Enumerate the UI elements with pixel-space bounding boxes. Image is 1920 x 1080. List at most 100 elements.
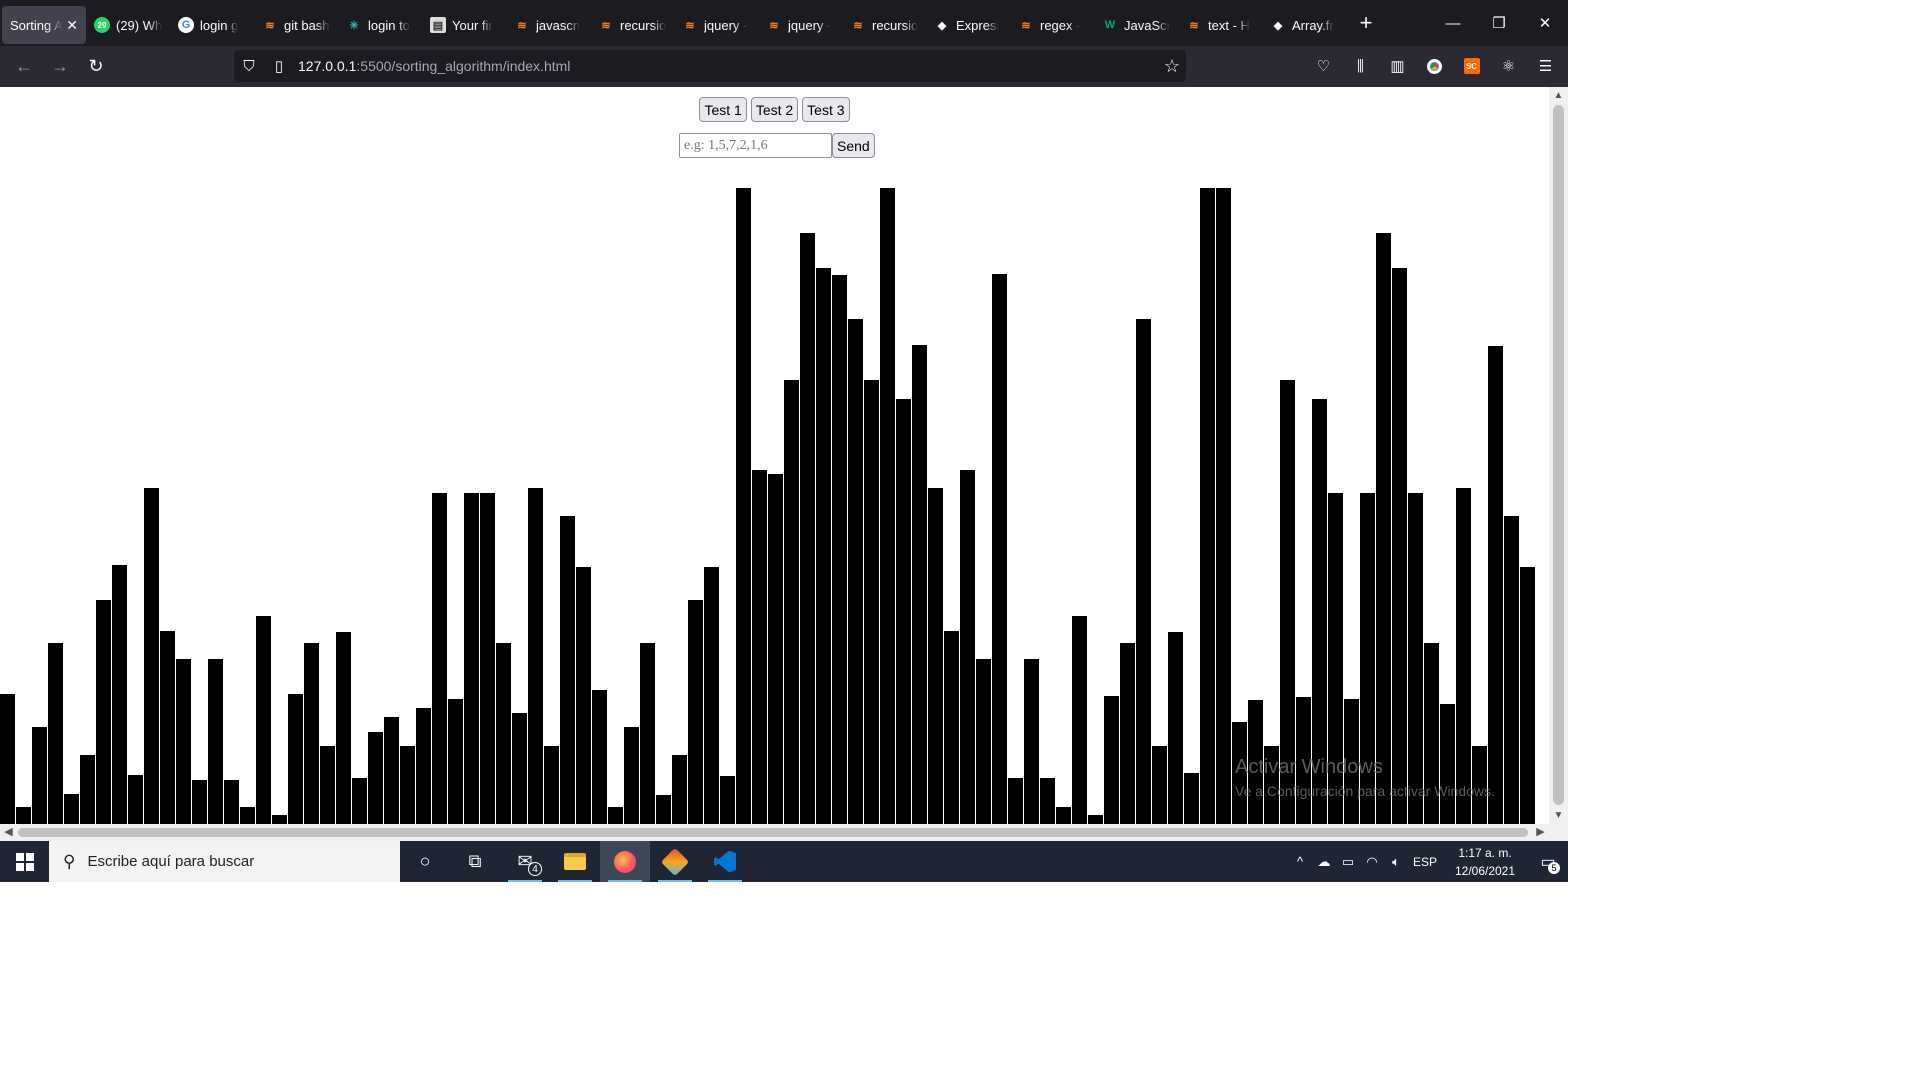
sort-bar	[816, 268, 832, 824]
tab-recursion-2[interactable]: ≋ recursio	[842, 6, 926, 44]
tab-label: recursio	[872, 17, 918, 33]
close-window-icon[interactable]: ✕	[1522, 0, 1568, 46]
horizontal-scrollbar[interactable]: ◀ ▶	[0, 824, 1549, 841]
express-icon: ◆	[937, 19, 947, 32]
tab-javascript-w3[interactable]: W JavaScr	[1094, 6, 1178, 44]
url-host: 127.0.0.1	[298, 58, 357, 74]
bookmark-star-icon[interactable]: ☆	[1164, 56, 1180, 77]
test-1-button[interactable]: Test 1	[699, 97, 747, 122]
notification-center-icon[interactable]: ▭ 5	[1528, 841, 1568, 882]
sort-bar	[944, 631, 960, 824]
tab-text[interactable]: ≋ text - H	[1178, 6, 1262, 44]
sort-bar	[784, 380, 800, 824]
express-icon: ◆	[1273, 19, 1283, 32]
tab-login-to[interactable]: ✳ login to	[338, 6, 422, 44]
tab-label: login to	[368, 17, 410, 33]
taskbar-search[interactable]: ⚲ Escribe aquí para buscar	[49, 841, 400, 882]
sort-bar	[384, 717, 400, 824]
chrome-extension-icon[interactable]	[1418, 50, 1451, 82]
tab-jquery-2[interactable]: ≋ jquery -	[758, 6, 842, 44]
restore-icon[interactable]: ❐	[1476, 0, 1522, 46]
sort-bar	[1488, 346, 1504, 824]
vscode-icon[interactable]	[700, 841, 750, 882]
start-button[interactable]	[0, 841, 49, 882]
windows-taskbar: ⚲ Escribe aquí para buscar ○ ⧉ ✉ 4 ^ ☁ ▭ …	[0, 841, 1568, 882]
scroll-up-icon[interactable]: ▲	[1549, 87, 1568, 104]
file-explorer-icon[interactable]	[550, 841, 600, 882]
sort-bar	[1328, 493, 1344, 824]
library-icon[interactable]: ⫼	[1344, 50, 1377, 82]
sort-bar	[976, 659, 992, 824]
close-tab-icon[interactable]: ✕	[66, 17, 78, 34]
vertical-scroll-thumb[interactable]	[1553, 105, 1564, 805]
sort-bar	[768, 474, 784, 824]
tab-your-first[interactable]: ▤ Your fir	[422, 6, 506, 44]
tab-whatsapp[interactable]: 29 (29) Wh	[86, 6, 170, 44]
sort-bar	[672, 755, 688, 824]
tab-git-bash[interactable]: ≋ git bash	[254, 6, 338, 44]
sort-bar	[960, 470, 976, 824]
page-info-icon[interactable]: ▯	[264, 57, 294, 75]
tab-recursion-1[interactable]: ≋ recursio	[590, 6, 674, 44]
test-2-button[interactable]: Test 2	[750, 97, 799, 122]
reload-icon[interactable]: ↻	[78, 51, 114, 83]
sort-bar	[208, 659, 224, 824]
tab-expresiones[interactable]: ◆ Expresi	[926, 6, 1010, 44]
scroll-right-icon[interactable]: ▶	[1532, 824, 1549, 841]
tab-javascript[interactable]: ≋ javascri	[506, 6, 590, 44]
sort-bar	[352, 778, 368, 824]
wifi-icon[interactable]: ◠	[1360, 854, 1384, 870]
shield-icon[interactable]: ⛉	[234, 58, 264, 75]
forward-icon[interactable]: →	[42, 51, 78, 83]
firefox-icon[interactable]	[600, 841, 650, 882]
language-indicator[interactable]: ESP	[1408, 855, 1442, 869]
sort-bar	[1072, 616, 1088, 824]
cortana-icon[interactable]: ○	[400, 841, 450, 882]
tab-jquery-1[interactable]: ≋ jquery -	[674, 6, 758, 44]
mail-app-icon[interactable]: ✉ 4	[500, 841, 550, 882]
tab-array-from[interactable]: ◆ Array.fr	[1262, 6, 1346, 44]
minimize-icon[interactable]: —	[1430, 0, 1476, 46]
mail-badge: 4	[528, 862, 542, 876]
new-tab-button[interactable]: +	[1346, 10, 1386, 36]
task-view-icon[interactable]: ⧉	[450, 841, 500, 882]
gitkraken-icon[interactable]	[650, 841, 700, 882]
url-path: :5500/sorting_algorithm/index.html	[356, 58, 571, 74]
sort-bar	[736, 188, 752, 824]
address-bar[interactable]: ⛉ ▯ 127.0.0.1:5500/sorting_algorithm/ind…	[234, 50, 1186, 82]
react-devtools-icon[interactable]: ⚛	[1492, 50, 1525, 82]
sort-bar	[1152, 746, 1168, 824]
menu-icon[interactable]: ☰	[1529, 50, 1562, 82]
horizontal-scroll-thumb[interactable]	[18, 828, 1528, 837]
scroll-down-icon[interactable]: ▼	[1549, 807, 1568, 824]
tab-regex[interactable]: ≋ regex -	[1010, 6, 1094, 44]
send-button[interactable]: Send	[832, 133, 875, 158]
back-icon[interactable]: ←	[6, 51, 42, 83]
sort-bar	[1376, 233, 1392, 824]
volume-icon[interactable]: 🔈︎	[1384, 854, 1408, 870]
vertical-scrollbar[interactable]: ▲ ▼	[1549, 87, 1568, 824]
numbers-input[interactable]	[679, 133, 832, 158]
battery-icon[interactable]: ▭	[1336, 854, 1360, 870]
scroll-left-icon[interactable]: ◀	[0, 824, 17, 841]
sort-bar	[896, 399, 912, 824]
stackoverflow-icon: ≋	[1021, 19, 1031, 32]
sort-bar	[528, 488, 544, 824]
sort-bar	[848, 319, 864, 824]
tab-google[interactable]: G login g	[170, 6, 254, 44]
sort-bar	[640, 643, 656, 824]
test-3-button[interactable]: Test 3	[802, 97, 850, 122]
sort-bar	[0, 694, 16, 824]
sc-extension-icon[interactable]: SC	[1455, 50, 1488, 82]
sidebar-icon[interactable]: ▥	[1381, 50, 1414, 82]
chevron-up-icon[interactable]: ^	[1288, 854, 1312, 869]
tab-sorting-algorithm[interactable]: Sorting A ✕	[2, 6, 86, 44]
tab-label: JavaScr	[1124, 17, 1170, 33]
sort-bar	[1216, 188, 1232, 824]
url-text[interactable]: 127.0.0.1:5500/sorting_algorithm/index.h…	[298, 58, 570, 74]
pocket-icon[interactable]: ♡	[1307, 50, 1340, 82]
onedrive-icon[interactable]: ☁	[1312, 854, 1336, 870]
sort-bar	[800, 233, 816, 824]
clock[interactable]: 1:17 a. m. 12/06/2021	[1442, 844, 1528, 880]
sort-bar	[560, 516, 576, 824]
